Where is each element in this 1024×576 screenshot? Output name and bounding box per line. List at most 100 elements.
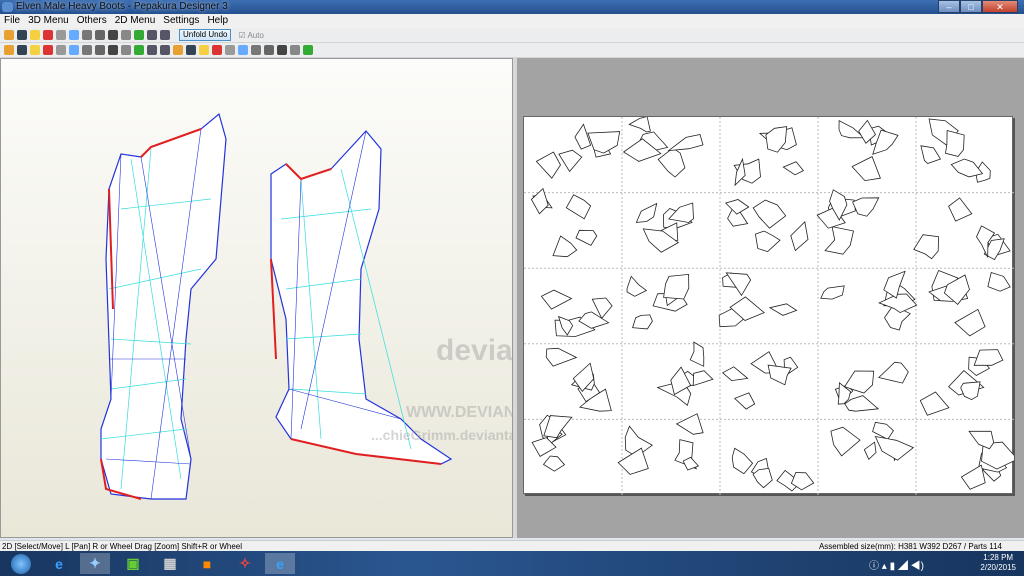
toolbar-tool-icon[interactable] xyxy=(121,45,131,55)
toolbar-tool-icon[interactable] xyxy=(303,45,313,55)
pattern-part[interactable] xyxy=(851,156,881,182)
pattern-part[interactable] xyxy=(844,395,880,412)
pattern-part[interactable] xyxy=(667,134,704,152)
toolbar-tool-icon[interactable] xyxy=(212,45,222,55)
gimp-icon[interactable]: ▣ xyxy=(118,553,148,574)
toolbar-tool-icon[interactable] xyxy=(173,45,183,55)
pattern-part[interactable] xyxy=(752,199,787,229)
minimize-button[interactable]: – xyxy=(938,0,960,13)
toolbar-tool-icon[interactable] xyxy=(134,30,144,40)
pattern-part[interactable] xyxy=(540,289,573,310)
toolbar-tool-icon[interactable] xyxy=(108,30,118,40)
media-app-icon[interactable]: ▦ xyxy=(155,553,185,574)
toolbar-tool-icon[interactable] xyxy=(30,30,40,40)
pattern-part[interactable] xyxy=(587,131,621,154)
toolbar-tool-icon[interactable] xyxy=(251,45,261,55)
pattern-part[interactable] xyxy=(542,455,566,472)
pattern-part[interactable] xyxy=(692,370,714,387)
pattern-part[interactable] xyxy=(877,361,909,384)
file-app-icon[interactable]: ■ xyxy=(192,553,222,574)
pattern-part[interactable] xyxy=(830,426,861,457)
pattern-part[interactable] xyxy=(852,197,880,217)
pattern-part[interactable] xyxy=(565,194,592,220)
toolbar-tool-icon[interactable] xyxy=(121,30,131,40)
pattern-part[interactable] xyxy=(545,347,578,367)
toolbar-tool-icon[interactable] xyxy=(134,45,144,55)
pattern-part[interactable] xyxy=(768,303,798,316)
pattern-part[interactable] xyxy=(919,391,950,416)
toolbar-tool-icon[interactable] xyxy=(238,45,248,55)
menu-2d[interactable]: 2D Menu xyxy=(115,14,156,28)
toolbar-tool-icon[interactable] xyxy=(69,45,79,55)
tray-icons[interactable]: ⓘ ▴ ▮ ◢ ◀) xyxy=(869,557,924,572)
toolbar-tool-icon[interactable] xyxy=(199,45,209,55)
toolbar-tool-icon[interactable] xyxy=(147,45,157,55)
3d-view[interactable]: deviantart WWW.DEVIANTART.COM ...chieGri… xyxy=(0,58,597,538)
3d-app-icon[interactable]: ✧ xyxy=(230,553,260,574)
toolbar-tool-icon[interactable] xyxy=(277,45,287,55)
pattern-part[interactable] xyxy=(558,149,583,173)
unfold-undo-button[interactable]: Unfold Undo xyxy=(179,29,232,41)
menu-settings[interactable]: Settings xyxy=(163,14,199,28)
pattern-part[interactable] xyxy=(820,285,845,300)
toolbar-tool-icon[interactable] xyxy=(82,45,92,55)
maximize-button[interactable]: □ xyxy=(960,0,982,13)
menu-others[interactable]: Others xyxy=(77,14,107,28)
pattern-part[interactable] xyxy=(960,464,986,490)
toolbar-tool-icon[interactable] xyxy=(160,45,170,55)
toolbar-tool-icon[interactable] xyxy=(147,30,157,40)
toolbar-tool-icon[interactable] xyxy=(17,30,27,40)
pattern-part[interactable] xyxy=(920,145,942,164)
toolbar-tool-icon[interactable] xyxy=(30,45,40,55)
toolbar-tool-icon[interactable] xyxy=(43,45,53,55)
pattern-part[interactable] xyxy=(913,234,940,260)
pattern-part[interactable] xyxy=(767,364,792,386)
pattern-part[interactable] xyxy=(754,230,781,253)
pattern-part[interactable] xyxy=(657,147,686,178)
pattern-part[interactable] xyxy=(960,381,981,401)
pattern-part[interactable] xyxy=(824,226,854,255)
pattern-part[interactable] xyxy=(675,413,704,435)
pattern-part[interactable] xyxy=(552,235,578,258)
toolbar-tool-icon[interactable] xyxy=(82,30,92,40)
pattern-part[interactable] xyxy=(782,161,805,176)
start-button[interactable] xyxy=(6,553,36,574)
pattern-part[interactable] xyxy=(874,435,915,461)
toolbar-tool-icon[interactable] xyxy=(225,45,235,55)
pattern-part[interactable] xyxy=(973,349,1004,366)
toolbar-tool-icon[interactable] xyxy=(17,45,27,55)
toolbar-tool-icon[interactable] xyxy=(43,30,53,40)
toolbar-tool-icon[interactable] xyxy=(264,45,274,55)
pattern-part[interactable] xyxy=(689,341,705,367)
pattern-part[interactable] xyxy=(733,392,756,410)
pattern-part[interactable] xyxy=(575,229,598,246)
close-button[interactable]: ✕ xyxy=(982,0,1018,13)
pattern-part[interactable] xyxy=(722,366,749,382)
menu-help[interactable]: Help xyxy=(207,14,228,28)
pattern-part[interactable] xyxy=(663,273,690,300)
toolbar-tool-icon[interactable] xyxy=(4,45,14,55)
pattern-part[interactable] xyxy=(863,441,877,460)
pattern-part[interactable] xyxy=(790,220,809,252)
pepakura-icon[interactable]: ✦ xyxy=(80,553,110,574)
pattern-part[interactable] xyxy=(945,129,965,157)
internet-explorer-icon[interactable]: e xyxy=(44,553,74,574)
toolbar-tool-icon[interactable] xyxy=(95,45,105,55)
pattern-part[interactable] xyxy=(628,116,651,133)
auto-checkbox[interactable]: ☑ Auto xyxy=(238,31,263,40)
toolbar-tool-icon[interactable] xyxy=(186,45,196,55)
pattern-part[interactable] xyxy=(635,202,658,223)
pattern-part[interactable] xyxy=(948,197,973,222)
pattern-part[interactable] xyxy=(731,447,754,475)
2d-pattern-view[interactable] xyxy=(517,58,1024,538)
internet-explorer-active-icon[interactable]: e xyxy=(265,553,295,574)
pattern-part[interactable] xyxy=(954,308,986,337)
toolbar-tool-icon[interactable] xyxy=(56,45,66,55)
pattern-part[interactable] xyxy=(968,430,995,450)
clock[interactable]: 1:28 PM 2/20/2015 xyxy=(980,553,1016,573)
toolbar-tool-icon[interactable] xyxy=(4,30,14,40)
pattern-part[interactable] xyxy=(734,157,746,187)
pattern-part[interactable] xyxy=(632,314,653,330)
toolbar-tool-icon[interactable] xyxy=(108,45,118,55)
pattern-part[interactable] xyxy=(626,275,648,297)
